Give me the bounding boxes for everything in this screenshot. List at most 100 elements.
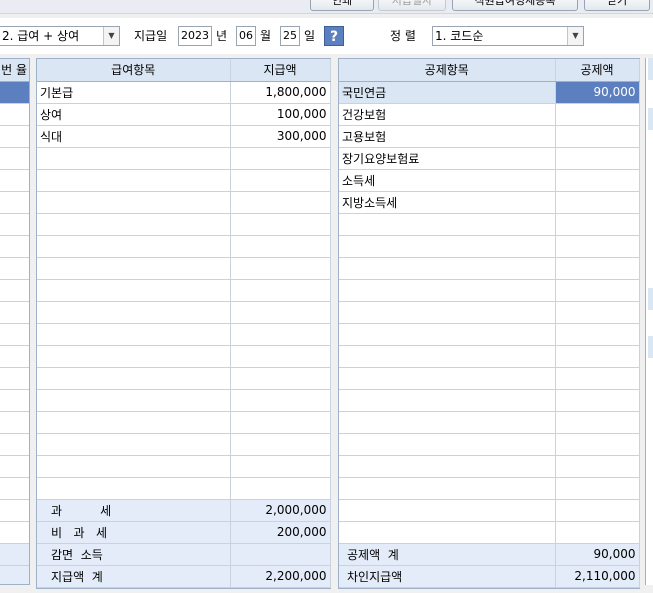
deductions-item-cell[interactable] — [339, 521, 556, 544]
deductions-amount-cell[interactable] — [555, 125, 640, 148]
table-row[interactable] — [37, 235, 331, 258]
earnings-item-cell[interactable] — [37, 345, 231, 368]
deductions-item-cell[interactable] — [339, 235, 556, 258]
earnings-amount-cell[interactable] — [230, 235, 331, 258]
day-field[interactable]: 25 — [280, 26, 300, 46]
earnings-amount-cell[interactable] — [230, 389, 331, 412]
summary-row[interactable]: 과 세 2,000,000 — [37, 499, 331, 522]
table-row[interactable] — [339, 521, 640, 544]
earnings-amount-cell[interactable] — [230, 147, 331, 170]
employee-row[interactable] — [0, 280, 29, 302]
table-row[interactable] — [339, 345, 640, 368]
earnings-item-cell[interactable]: 상여 — [37, 103, 231, 126]
employee-row[interactable] — [0, 302, 29, 324]
deductions-amount-cell[interactable] — [555, 257, 640, 280]
table-row[interactable]: 소득세 — [339, 169, 640, 192]
deductions-item-cell[interactable] — [339, 411, 556, 434]
table-row[interactable] — [339, 411, 640, 434]
earnings-item-cell[interactable] — [37, 169, 231, 192]
earnings-amount-cell[interactable] — [230, 257, 331, 280]
employee-row[interactable] — [0, 566, 29, 584]
deductions-amount-cell[interactable] — [555, 213, 640, 236]
table-row[interactable] — [37, 213, 331, 236]
employee-pay-register-button[interactable]: 직원급여명세등록 — [452, 0, 578, 11]
employee-row[interactable] — [0, 434, 29, 456]
table-row[interactable] — [37, 169, 331, 192]
earnings-item-cell[interactable]: 기본급 — [37, 81, 231, 104]
employee-row[interactable] — [0, 82, 29, 104]
employee-row[interactable] — [0, 258, 29, 280]
earnings-amount-cell[interactable] — [230, 345, 331, 368]
employee-row[interactable] — [0, 214, 29, 236]
earnings-item-cell[interactable] — [37, 147, 231, 170]
deductions-grid[interactable]: 공제항목 공제액 국민연금 90,000 건강보험 고용보험 장기요양보험료 소득세 지방소… — [338, 58, 640, 589]
earnings-amount-cell[interactable] — [230, 191, 331, 214]
print-button[interactable]: 인쇄 — [310, 0, 374, 11]
earnings-item-cell[interactable] — [37, 455, 231, 478]
table-row[interactable] — [37, 411, 331, 434]
deductions-amount-cell[interactable] — [555, 323, 640, 346]
earnings-item-cell[interactable] — [37, 411, 231, 434]
table-row[interactable] — [339, 499, 640, 522]
deductions-item-cell[interactable] — [339, 345, 556, 368]
table-row[interactable] — [339, 477, 640, 500]
table-row[interactable]: 국민연금 90,000 — [339, 81, 640, 104]
deductions-amount-cell[interactable] — [555, 147, 640, 170]
deductions-amount-cell[interactable] — [555, 367, 640, 390]
earnings-item-cell[interactable] — [37, 367, 231, 390]
employee-row[interactable] — [0, 126, 29, 148]
deductions-amount-cell[interactable] — [555, 169, 640, 192]
month-field[interactable]: 06 — [236, 26, 256, 46]
deductions-item-cell[interactable]: 지방소득세 — [339, 191, 556, 214]
table-row[interactable]: 식대 300,000 — [37, 125, 331, 148]
table-row[interactable] — [37, 301, 331, 324]
deductions-amount-cell[interactable] — [555, 235, 640, 258]
deductions-amount-cell[interactable] — [555, 191, 640, 214]
table-row[interactable] — [37, 191, 331, 214]
employee-row[interactable] — [0, 456, 29, 478]
earnings-item-cell[interactable] — [37, 433, 231, 456]
deductions-item-cell[interactable]: 소득세 — [339, 169, 556, 192]
employee-row[interactable] — [0, 478, 29, 500]
deductions-item-cell[interactable] — [339, 279, 556, 302]
earnings-amount-cell[interactable]: 300,000 — [230, 125, 331, 148]
summary-row[interactable]: 지급액 계 2,200,000 — [37, 565, 331, 588]
earnings-item-cell[interactable] — [37, 235, 231, 258]
employee-row[interactable] — [0, 170, 29, 192]
close-button[interactable]: 닫기 — [584, 0, 650, 11]
earnings-amount-cell[interactable] — [230, 367, 331, 390]
earnings-amount-cell[interactable] — [230, 455, 331, 478]
year-field[interactable]: 2023 — [178, 26, 212, 46]
deductions-amount-cell[interactable] — [555, 521, 640, 544]
pay-date-button[interactable]: 지급일자 — [378, 0, 446, 11]
deductions-amount-cell[interactable] — [555, 455, 640, 478]
summary-row[interactable]: 감면 소득 — [37, 543, 331, 566]
deductions-item-cell[interactable] — [339, 367, 556, 390]
deductions-item-cell[interactable] — [339, 389, 556, 412]
deductions-item-cell[interactable]: 고용보험 — [339, 125, 556, 148]
employee-row[interactable] — [0, 368, 29, 390]
table-row[interactable] — [37, 367, 331, 390]
table-row[interactable] — [37, 323, 331, 346]
table-row[interactable] — [339, 301, 640, 324]
table-row[interactable] — [339, 257, 640, 280]
table-row[interactable] — [37, 279, 331, 302]
employee-row[interactable] — [0, 148, 29, 170]
employee-row[interactable] — [0, 544, 29, 566]
table-row[interactable] — [37, 389, 331, 412]
deductions-item-cell[interactable]: 국민연금 — [339, 81, 556, 104]
table-row[interactable]: 건강보험 — [339, 103, 640, 126]
earnings-amount-cell[interactable] — [230, 411, 331, 434]
table-row[interactable] — [339, 235, 640, 258]
table-row[interactable] — [37, 147, 331, 170]
deductions-item-cell[interactable] — [339, 455, 556, 478]
employee-row[interactable] — [0, 236, 29, 258]
summary-row[interactable]: 비 과 세 200,000 — [37, 521, 331, 544]
chevron-down-icon[interactable]: ▼ — [567, 27, 583, 45]
earnings-item-cell[interactable]: 식대 — [37, 125, 231, 148]
earnings-grid[interactable]: 급여항목 지급액 기본급 1,800,000 상여 100,000 식대 300,000 과… — [36, 58, 331, 589]
employee-row[interactable] — [0, 500, 29, 522]
table-row[interactable] — [339, 455, 640, 478]
deductions-item-cell[interactable] — [339, 323, 556, 346]
table-row[interactable] — [339, 433, 640, 456]
